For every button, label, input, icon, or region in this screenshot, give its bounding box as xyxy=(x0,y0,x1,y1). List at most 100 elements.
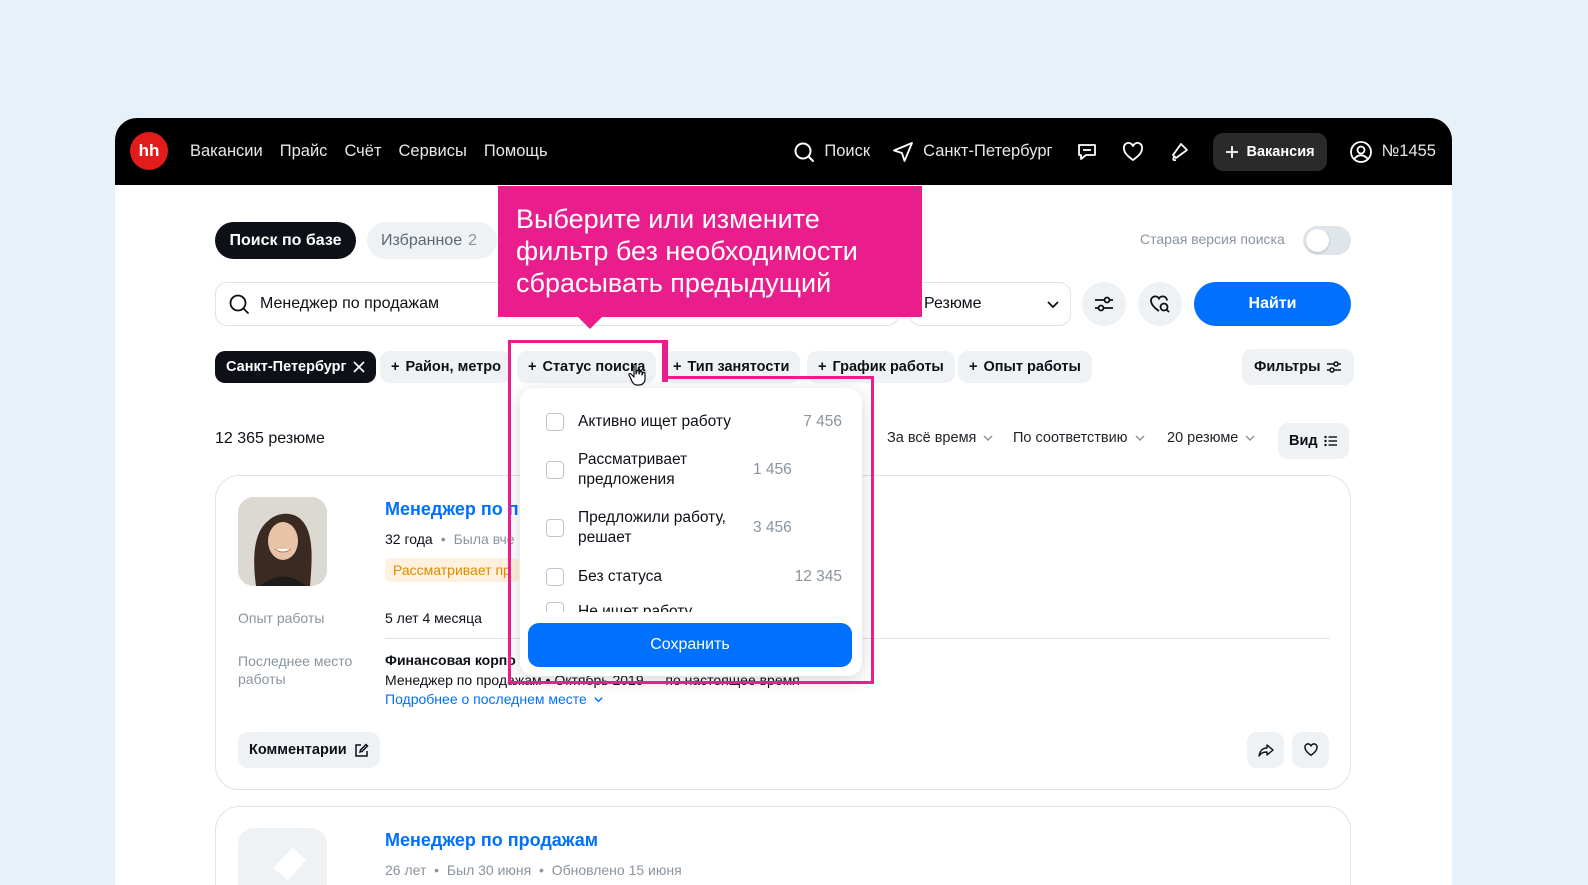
nav-item-vacancies[interactable]: Вакансии xyxy=(190,142,263,161)
nav-item-pricing[interactable]: Прайс xyxy=(280,142,328,161)
resume-card: Менеджер по продажам 26 лет • Был 30 июн… xyxy=(215,806,1351,885)
filter-chip-district[interactable]: + Район, метро xyxy=(380,351,513,383)
all-filters-button[interactable]: Фильтры xyxy=(1242,349,1355,385)
toggle-knob xyxy=(1306,229,1329,252)
filter-chip-experience[interactable]: + Опыт работы xyxy=(958,351,1092,383)
filter-chip-label: Район, метро xyxy=(405,359,502,375)
all-filters-label: Фильтры xyxy=(1254,359,1321,375)
comments-label: Комментарии xyxy=(249,742,347,758)
hh-logo[interactable]: hh xyxy=(130,132,168,170)
search-icon xyxy=(793,141,815,163)
header-search-label: Поиск xyxy=(824,142,871,160)
saved-search-button[interactable] xyxy=(1138,282,1182,326)
nav-item-account-balance[interactable]: Счёт xyxy=(344,142,381,161)
more-about-last-place-link[interactable]: Подробнее о последнем месте xyxy=(385,691,604,707)
share-button[interactable] xyxy=(1247,732,1284,768)
heart-icon xyxy=(1303,742,1319,758)
filter-chip-label: Опыт работы xyxy=(983,359,1081,375)
last-place-label: Последнее место работы xyxy=(238,653,353,687)
comments-button[interactable]: Комментарии xyxy=(238,732,380,768)
sliders-icon xyxy=(1093,293,1115,315)
tab-favorites-label: Избранное xyxy=(381,231,463,249)
experience-label: Опыт работы xyxy=(238,610,325,626)
top-navigation-bar: hh Вакансии Прайс Счёт Сервисы Помощь По… xyxy=(115,118,1452,185)
results-count: 12 365 резюме xyxy=(215,430,325,447)
header-search-link[interactable]: Поиск xyxy=(793,141,870,163)
more-link-label: Подробнее о последнем месте xyxy=(385,691,587,707)
search-type-value: Резюме xyxy=(924,295,982,312)
candidate-last-seen: Была вче xyxy=(453,531,515,547)
account-menu[interactable]: №1455 xyxy=(1349,140,1436,164)
heart-search-icon xyxy=(1148,292,1172,316)
status-badge: Рассматривает пр xyxy=(385,558,519,582)
find-button[interactable]: Найти xyxy=(1194,282,1351,326)
add-to-favorites-button[interactable] xyxy=(1292,732,1329,768)
tab-db-search[interactable]: Поиск по базе xyxy=(215,222,356,259)
candidate-photo-placeholder[interactable] xyxy=(238,828,327,885)
header-actions: Поиск Санкт-Петербург Вакансия №1455 xyxy=(793,118,1436,185)
city-filter-chip[interactable]: Санкт-Петербург xyxy=(215,351,376,383)
meta-separator: • xyxy=(440,531,446,547)
search-type-select[interactable]: Резюме xyxy=(909,282,1071,326)
tab-favorites[interactable]: Избранное 2 xyxy=(367,222,497,259)
list-icon xyxy=(1323,435,1338,447)
header-city-label: Санкт-Петербург xyxy=(923,142,1053,160)
search-query-text: Менеджер по продажам xyxy=(260,295,440,312)
nav-item-services[interactable]: Сервисы xyxy=(399,142,467,161)
period-select[interactable]: За всё время xyxy=(887,430,994,446)
view-toggle-button[interactable]: Вид xyxy=(1278,423,1349,459)
filter-chip-label: График работы xyxy=(832,359,944,375)
filter-chip-label: Тип занятости xyxy=(687,359,790,375)
sort-select[interactable]: По соответствию xyxy=(1013,430,1146,446)
user-avatar-icon xyxy=(1349,140,1373,164)
resume-meta: 26 лет • Был 30 июня • Обновлено 15 июня xyxy=(385,862,682,878)
chevron-down-icon xyxy=(1134,432,1146,444)
chevron-down-icon xyxy=(982,432,994,444)
nav-item-help[interactable]: Помощь xyxy=(484,142,548,161)
plus-icon xyxy=(1225,145,1239,159)
old-version-label: Старая версия поиска xyxy=(1140,231,1285,247)
plus-icon: + xyxy=(673,359,682,375)
highlight-outline-divider xyxy=(662,340,668,382)
highlight-outline-top-right xyxy=(662,376,874,382)
resume-title-link[interactable]: Менеджер по п xyxy=(385,499,519,520)
notifications-bell-icon[interactable] xyxy=(1167,140,1191,164)
plus-icon: + xyxy=(391,359,400,375)
chevron-down-icon xyxy=(593,694,604,705)
location-arrow-icon xyxy=(892,141,914,163)
add-vacancy-label: Вакансия xyxy=(1246,143,1315,160)
advanced-search-button[interactable] xyxy=(1082,282,1126,326)
resume-title-link[interactable]: Менеджер по продажам xyxy=(385,830,598,851)
candidate-photo[interactable] xyxy=(238,497,327,586)
filter-sliders-icon xyxy=(1326,359,1342,375)
highlight-outline-dropdown xyxy=(508,379,874,684)
tutorial-callout: Выберите или измените фильтр без необход… xyxy=(498,186,922,317)
plus-icon: + xyxy=(818,359,827,375)
old-version-toggle[interactable] xyxy=(1303,226,1351,255)
account-number: №1455 xyxy=(1381,142,1436,160)
add-vacancy-button[interactable]: Вакансия xyxy=(1212,132,1327,171)
sort-value: По соответствию xyxy=(1013,430,1128,446)
callout-pointer xyxy=(577,316,603,329)
plus-icon: + xyxy=(969,359,978,375)
share-arrow-icon xyxy=(1257,742,1274,758)
tab-favorites-count: 2 xyxy=(468,231,477,249)
chevron-down-icon xyxy=(1046,297,1060,311)
search-icon xyxy=(228,293,250,315)
city-filter-label: Санкт-Петербург xyxy=(226,359,347,375)
hand-cursor-icon xyxy=(627,363,649,387)
chat-icon[interactable] xyxy=(1075,140,1099,164)
period-value: За всё время xyxy=(887,430,977,446)
per-page-value: 20 резюме xyxy=(1167,430,1239,446)
close-icon[interactable] xyxy=(352,361,365,373)
view-label: Вид xyxy=(1289,433,1318,449)
favorites-heart-icon[interactable] xyxy=(1121,140,1145,164)
chevron-down-icon xyxy=(1244,432,1256,444)
header-city-selector[interactable]: Санкт-Петербург xyxy=(892,141,1053,163)
last-company: Финансовая корпо xyxy=(385,652,516,668)
app-frame: hh Вакансии Прайс Счёт Сервисы Помощь По… xyxy=(115,118,1452,885)
main-nav: Вакансии Прайс Счёт Сервисы Помощь xyxy=(190,118,548,185)
candidate-age: 32 года xyxy=(385,531,433,547)
edit-icon xyxy=(354,742,369,758)
per-page-select[interactable]: 20 резюме xyxy=(1167,430,1256,446)
